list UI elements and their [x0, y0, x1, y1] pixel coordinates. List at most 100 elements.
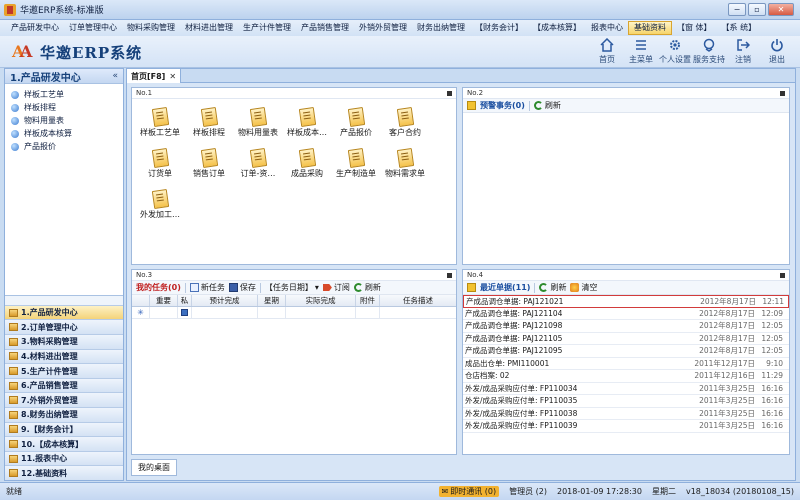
minimize-button[interactable]: − — [728, 3, 746, 16]
tab-home[interactable]: 首页[F8] ✕ — [127, 69, 182, 83]
bullet-icon — [11, 116, 19, 125]
menu-item[interactable]: 【窗 体】 — [672, 21, 717, 35]
instant-message-button[interactable]: ✉ 即时通讯 (0) — [438, 486, 500, 497]
maximize-panel-icon[interactable] — [780, 272, 785, 278]
sidebar-tree-label: 样板排程 — [24, 103, 56, 112]
toolbar-button-home[interactable]: 首页 — [590, 37, 624, 65]
shortcut-item[interactable]: 样板成本… — [283, 107, 331, 138]
clear-button[interactable]: 清空 — [570, 282, 597, 293]
sidebar-tree-item[interactable]: 产品报价 — [5, 140, 123, 153]
menu-item[interactable]: 【财务会计】 — [470, 21, 528, 35]
folder-icon — [9, 381, 18, 390]
menu-item[interactable]: 【系 统】 — [717, 21, 762, 35]
refresh-label: 刷新 — [550, 283, 567, 292]
menu-item[interactable]: 财务出纳管理 — [412, 21, 470, 35]
menu-item[interactable]: 生产计件管理 — [238, 21, 296, 35]
refresh-button[interactable]: 刷新 — [533, 100, 561, 111]
menu-item[interactable]: 订单管理中心 — [64, 21, 122, 35]
recent-document-row[interactable]: 成品出仓单: PMI110001 2011年12月17日 9:10 — [463, 358, 789, 370]
module-category-item[interactable]: 11.报表中心 — [5, 450, 123, 466]
menu-item[interactable]: 基础资料 — [628, 21, 672, 35]
module-category-item[interactable]: 4.材料进出管理 — [5, 348, 123, 364]
maximize-panel-icon[interactable] — [447, 272, 452, 278]
column-header[interactable]: 实际完成 — [286, 295, 356, 306]
menu-item[interactable]: 产品销售管理 — [296, 21, 354, 35]
module-category-label: 9.【财务会计】 — [21, 424, 78, 434]
menu-item[interactable]: 【成本核算】 — [528, 21, 586, 35]
shortcut-item[interactable]: 成品采购 — [283, 148, 331, 179]
shortcut-item[interactable]: 产品报价 — [332, 107, 380, 138]
sidebar-tree-item[interactable]: 样板排程 — [5, 101, 123, 114]
menu-item[interactable]: 物料采购管理 — [122, 21, 180, 35]
shortcut-item[interactable]: 样板工艺单 — [136, 107, 184, 138]
menu-item[interactable]: 材料进出管理 — [180, 21, 238, 35]
maximize-panel-icon[interactable] — [447, 90, 452, 96]
sidebar-tree-item[interactable]: 样板工艺单 — [5, 88, 123, 101]
sidebar-tree-item[interactable]: 物料用量表 — [5, 114, 123, 127]
recent-document-row[interactable]: 产成品调仓单据: PAJ121105 2012年8月17日 12:05 — [463, 333, 789, 345]
document-time: 16:16 — [761, 396, 783, 406]
close-button[interactable]: ✕ — [768, 3, 794, 16]
task-date-dropdown[interactable]: 【任务日期】 ▾ — [265, 282, 319, 293]
recent-document-row[interactable]: 产成品调仓单据: PAJ121021 2012年8月17日 12:11 — [463, 295, 789, 308]
recent-document-row[interactable]: 外发/成品采购应付单: FP110035 2011年3月25日 16:16 — [463, 395, 789, 408]
toolbar-button-menu[interactable]: 主菜单 — [624, 37, 658, 65]
module-category-item[interactable]: 2.订单管理中心 — [5, 319, 123, 335]
menu-item[interactable]: 产品研发中心 — [6, 21, 64, 35]
refresh-button[interactable]: 刷新 — [353, 282, 381, 293]
shortcut-item[interactable]: 外发加工… — [136, 189, 184, 220]
module-category-item[interactable]: 10.【成本核算】 — [5, 436, 123, 451]
recent-document-row[interactable]: 产成品调仓单据: PAJ121104 2012年8月17日 12:09 — [463, 308, 789, 320]
maximize-button[interactable]: ▫ — [748, 3, 766, 16]
private-checkbox[interactable] — [181, 309, 188, 316]
collapse-icon[interactable]: « — [112, 71, 118, 81]
column-header[interactable]: 附件 — [356, 295, 380, 306]
shortcut-item[interactable]: 样板排程 — [185, 107, 233, 138]
save-button[interactable]: 保存 — [228, 282, 256, 293]
module-category-label: 8.财务出纳管理 — [21, 410, 78, 420]
shortcut-item[interactable]: 订单-资… — [234, 148, 282, 179]
new-task-button[interactable]: 新任务 — [189, 282, 225, 293]
menu-item[interactable]: 外销外贸管理 — [354, 21, 412, 35]
toolbar-button-gear[interactable]: 个人设置 — [658, 37, 692, 65]
recent-document-row[interactable]: 外发/成品采购应付单: FP110038 2011年3月25日 16:16 — [463, 408, 789, 420]
shortcut-item[interactable]: 物料用量表 — [234, 107, 282, 138]
shortcut-item[interactable]: 物料需求单 — [381, 148, 429, 179]
column-header[interactable]: 私 — [178, 295, 192, 306]
column-header[interactable]: 星期 — [258, 295, 286, 306]
shortcut-item[interactable]: 订货单 — [136, 148, 184, 179]
toolbar-button-support[interactable]: 服务支持 — [692, 37, 726, 65]
shortcut-item[interactable]: 客户合约 — [381, 107, 429, 138]
tab-close-icon[interactable]: ✕ — [169, 70, 176, 83]
column-header[interactable]: 任务描述 — [380, 295, 456, 306]
recent-document-row[interactable]: 仓店档案: 02 2011年12月16日 11:29 — [463, 370, 789, 383]
module-category-item[interactable]: 8.财务出纳管理 — [5, 407, 123, 422]
recent-document-row[interactable]: 产成品调仓单据: PAJ121095 2012年8月17日 12:05 — [463, 345, 789, 358]
toolbar-button-power[interactable]: 退出 — [760, 37, 794, 65]
tasks-new-row[interactable]: ✳ — [132, 307, 456, 319]
module-category-item[interactable]: 1.产品研发中心 — [5, 304, 123, 320]
recent-document-row[interactable]: 外发/成品采购应付单: FP110034 2011年3月25日 16:16 — [463, 383, 789, 395]
subscribe-button[interactable]: 订阅 — [322, 282, 350, 293]
column-header[interactable]: 预计完成 — [192, 295, 258, 306]
module-category-item[interactable]: 12.基础资料 — [5, 465, 123, 480]
recent-document-row[interactable]: 产成品调仓单据: PAJ121098 2012年8月17日 12:05 — [463, 320, 789, 333]
module-category-item[interactable]: 3.物料采购管理 — [5, 334, 123, 349]
column-header[interactable]: 重要 — [150, 295, 178, 306]
sidebar-tree-item[interactable]: 样板成本核算 — [5, 127, 123, 140]
module-category-item[interactable]: 5.生产计件管理 — [5, 363, 123, 378]
module-category-item[interactable]: 7.外销外贸管理 — [5, 392, 123, 408]
toolbar-button-label: 首页 — [599, 55, 615, 64]
refresh-button[interactable]: 刷新 — [539, 282, 566, 293]
module-category-item[interactable]: 9.【财务会计】 — [5, 421, 123, 437]
shortcut-label: 生产制造单 — [336, 169, 376, 178]
module-category-item[interactable]: 6.产品销售管理 — [5, 377, 123, 393]
shortcut-item[interactable]: 销售订单 — [185, 148, 233, 179]
maximize-panel-icon[interactable] — [780, 90, 785, 96]
window-title: 华邀ERP系统-标准版 — [20, 6, 104, 16]
shortcut-item[interactable]: 生产制造单 — [332, 148, 380, 179]
tab-my-desktop[interactable]: 我的桌面 — [131, 459, 177, 476]
toolbar-button-logout[interactable]: 注销 — [726, 37, 760, 65]
recent-document-row[interactable]: 外发/成品采购应付单: FP110039 2011年3月25日 16:16 — [463, 420, 789, 433]
menu-item[interactable]: 报表中心 — [586, 21, 628, 35]
